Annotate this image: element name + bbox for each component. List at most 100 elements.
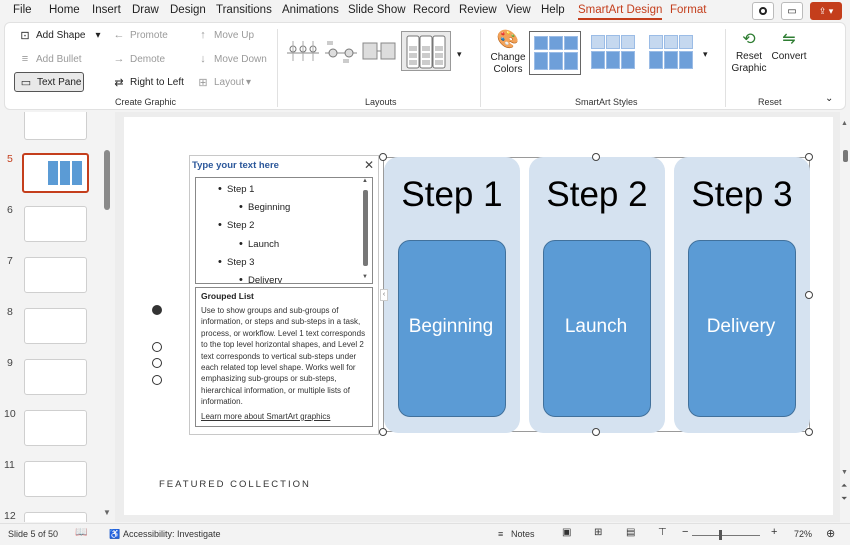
slide-thumb[interactable] bbox=[24, 410, 87, 446]
text-pane-item[interactable]: Step 1 bbox=[218, 183, 255, 195]
scroll-down-icon[interactable]: ▼ bbox=[841, 469, 848, 476]
canvas-vertical-scrollbar[interactable] bbox=[840, 112, 850, 522]
text-pane-scrollbar[interactable]: ▲ ▼ bbox=[361, 178, 371, 283]
zoom-out-icon[interactable]: − bbox=[682, 526, 688, 538]
notes-button[interactable]: Notes bbox=[511, 529, 535, 539]
smartart-level1-text[interactable]: Step 3 bbox=[674, 175, 810, 215]
scrollbar-thumb[interactable] bbox=[843, 150, 848, 162]
bullet-dot bbox=[152, 358, 162, 368]
resize-handle[interactable] bbox=[379, 428, 387, 436]
spell-check-icon[interactable]: 📖 bbox=[75, 527, 87, 538]
bullet-dot bbox=[152, 375, 162, 385]
text-pane-item[interactable]: Step 3 bbox=[218, 256, 255, 268]
slides-panel-scrollbar[interactable] bbox=[104, 150, 110, 210]
previous-slide-icon[interactable]: ⏶ bbox=[841, 481, 847, 490]
slide-thumb-current[interactable] bbox=[22, 153, 89, 193]
menu-animations[interactable]: Animations bbox=[282, 4, 339, 16]
menu-home[interactable]: Home bbox=[49, 4, 80, 16]
scroll-down-icon[interactable]: ▼ bbox=[362, 274, 368, 280]
smartart-level2-text[interactable]: Beginning bbox=[397, 316, 505, 338]
learn-more-link[interactable]: Learn more about SmartArt graphics bbox=[201, 412, 367, 421]
resize-handle[interactable] bbox=[592, 153, 600, 161]
style-thumb-2[interactable] bbox=[587, 31, 639, 75]
slide-thumb[interactable] bbox=[24, 359, 87, 395]
arrow-down-icon: ↓ bbox=[200, 53, 206, 65]
slide-sorter-icon[interactable]: ⊞ bbox=[594, 527, 602, 538]
layout-thumb-grouped-list[interactable] bbox=[401, 31, 451, 71]
slide-thumb[interactable] bbox=[24, 461, 87, 497]
text-pane-item[interactable]: Launch bbox=[239, 238, 279, 250]
menu-view[interactable]: View bbox=[506, 4, 531, 16]
menu-design[interactable]: Design bbox=[170, 4, 206, 16]
layouts-more-button[interactable]: ▾ bbox=[457, 49, 462, 60]
record-button[interactable] bbox=[752, 2, 774, 20]
menu-file[interactable]: File bbox=[13, 4, 32, 16]
promote-button[interactable]: ← Promote bbox=[112, 29, 168, 41]
add-shape-button[interactable]: ⊡ Add Shape ▾ bbox=[18, 29, 100, 42]
menu-record[interactable]: Record bbox=[413, 4, 450, 16]
text-pane-item[interactable]: Delivery bbox=[239, 274, 282, 283]
resize-handle[interactable] bbox=[592, 428, 600, 436]
style-thumb-1[interactable] bbox=[529, 31, 581, 75]
fit-to-window-icon[interactable]: ⊕ bbox=[826, 527, 835, 540]
zoom-slider-thumb[interactable] bbox=[719, 530, 722, 540]
resize-handle[interactable] bbox=[379, 153, 387, 161]
text-pane-item[interactable]: Step 2 bbox=[218, 219, 255, 231]
reading-view-icon[interactable]: ▤ bbox=[626, 527, 635, 538]
styles-more-button[interactable]: ▾ bbox=[703, 49, 708, 60]
scroll-up-icon[interactable]: ▲ bbox=[362, 178, 368, 184]
add-bullet-button[interactable]: ≡ Add Bullet bbox=[18, 53, 82, 65]
scrollbar-thumb[interactable] bbox=[363, 190, 368, 266]
slide-thumb[interactable] bbox=[24, 512, 87, 522]
menu-help[interactable]: Help bbox=[541, 4, 565, 16]
slideshow-icon[interactable]: ⊤ bbox=[658, 527, 667, 538]
text-pane-list[interactable]: Step 1 Beginning Step 2 Launch Step 3 De… bbox=[195, 177, 373, 284]
right-to-left-button[interactable]: ⇄ Right to Left bbox=[112, 76, 184, 89]
menu-smartart-design[interactable]: SmartArt Design bbox=[578, 4, 663, 20]
resize-handle[interactable] bbox=[805, 428, 813, 436]
change-colors-button[interactable]: 🎨 Change Colors bbox=[489, 29, 527, 75]
smartart-level1-text[interactable]: Step 1 bbox=[384, 175, 520, 215]
zoom-in-icon[interactable]: + bbox=[771, 526, 777, 538]
smartart-level2-text[interactable]: Delivery bbox=[687, 316, 795, 338]
next-slide-icon[interactable]: ⏷ bbox=[841, 494, 847, 503]
menu-transitions[interactable]: Transitions bbox=[216, 4, 272, 16]
scroll-up-icon[interactable]: ▲ bbox=[841, 120, 848, 127]
comments-button[interactable]: ▭ bbox=[781, 2, 803, 20]
layout-thumb-3[interactable] bbox=[361, 31, 397, 71]
move-up-button[interactable]: ↑ Move Up bbox=[196, 29, 254, 41]
resize-handle[interactable] bbox=[805, 153, 813, 161]
close-icon[interactable]: ✕ bbox=[364, 158, 374, 172]
zoom-slider[interactable] bbox=[692, 535, 760, 536]
move-down-button[interactable]: ↓ Move Down bbox=[196, 53, 267, 65]
scroll-down-icon[interactable]: ▼ bbox=[103, 508, 111, 517]
menu-insert[interactable]: Insert bbox=[92, 4, 121, 16]
slide-thumb[interactable] bbox=[24, 206, 87, 242]
menu-format[interactable]: Format bbox=[670, 4, 706, 16]
slide-thumb[interactable] bbox=[24, 308, 87, 344]
collapse-ribbon-button[interactable]: ⌄ bbox=[825, 93, 833, 104]
layout-description: Grouped List Use to show groups and sub-… bbox=[195, 287, 373, 427]
convert-button[interactable]: ⇋ Convert bbox=[770, 29, 808, 62]
layout-button[interactable]: ⊞ Layout ▾ bbox=[196, 76, 251, 89]
slide-footer-text[interactable]: FEATURED COLLECTION bbox=[159, 479, 311, 490]
layout-thumb-2[interactable] bbox=[323, 31, 359, 71]
slide-thumb-4[interactable] bbox=[24, 112, 87, 140]
text-pane-toggle-button[interactable]: ‹ bbox=[380, 289, 388, 301]
normal-view-icon[interactable]: ▣ bbox=[562, 527, 571, 538]
share-button[interactable]: ⇪ ▾ bbox=[810, 2, 842, 20]
demote-button[interactable]: → Demote bbox=[112, 53, 166, 65]
style-thumb-3[interactable] bbox=[645, 31, 697, 75]
reset-graphic-button[interactable]: ⟲ Reset Graphic bbox=[731, 29, 767, 74]
smartart-level1-text[interactable]: Step 2 bbox=[529, 175, 665, 215]
menu-slide-show[interactable]: Slide Show bbox=[348, 4, 406, 16]
menu-review[interactable]: Review bbox=[459, 4, 497, 16]
slide-thumb[interactable] bbox=[24, 257, 87, 293]
text-pane-item[interactable]: Beginning bbox=[239, 201, 290, 213]
smartart-level2-text[interactable]: Launch bbox=[542, 316, 650, 338]
resize-handle[interactable] bbox=[805, 291, 813, 299]
accessibility-status[interactable]: Accessibility: Investigate bbox=[123, 529, 221, 539]
zoom-level[interactable]: 72% bbox=[794, 529, 812, 539]
menu-draw[interactable]: Draw bbox=[132, 4, 159, 16]
layout-thumb-1[interactable] bbox=[285, 31, 321, 71]
